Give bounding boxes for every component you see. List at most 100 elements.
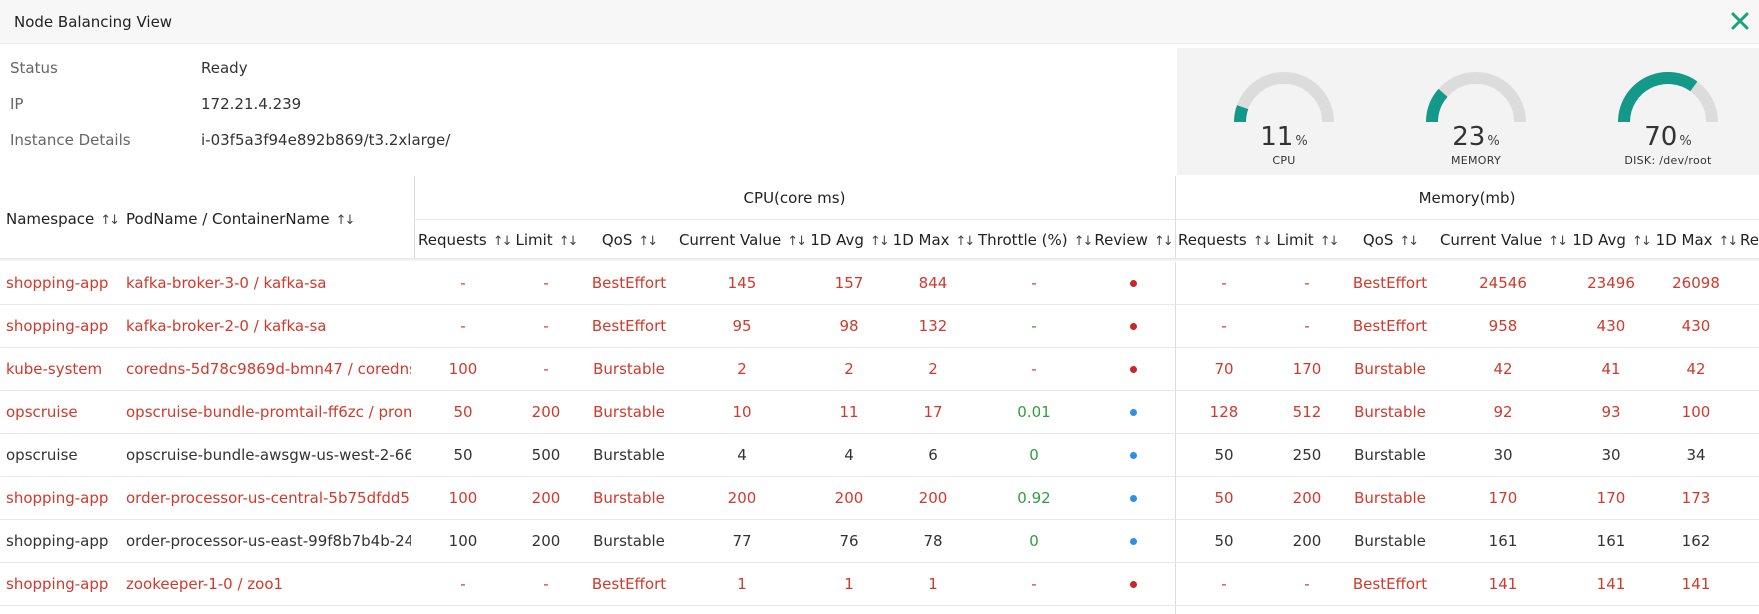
cpu-throttle--cell: 0.01 bbox=[1017, 403, 1051, 421]
memory-column-label: Current Value bbox=[1439, 231, 1543, 249]
memory-limit-cell: 170 bbox=[1292, 360, 1322, 378]
sort-arrows-icon[interactable]: ↑↓ bbox=[1548, 222, 1568, 262]
cpu-column-header[interactable]: 1D Avg ↑↓ bbox=[810, 220, 890, 262]
pod-name-link[interactable]: kafka-broker-3-0 / kafka-sa bbox=[126, 262, 411, 305]
memory-requests-cell: 50 bbox=[1214, 446, 1234, 464]
cpu-qos-cell: Burstable bbox=[593, 446, 665, 464]
cpu-1d-max-cell: 844 bbox=[918, 274, 948, 292]
cpu-qos-cell: BestEffort bbox=[591, 575, 667, 593]
sort-arrows-icon[interactable]: ↑↓ bbox=[559, 222, 579, 262]
cpu-1d-avg-cell: 76 bbox=[839, 532, 859, 550]
cpu-column-label: Limit bbox=[515, 231, 553, 249]
cpu-1d-max-cell: 200 bbox=[918, 489, 948, 507]
review-status-dot[interactable] bbox=[1090, 434, 1176, 477]
cpu-column-header[interactable]: Throttle (%) ↑↓ bbox=[978, 220, 1094, 262]
memory-qos-cell: Burstable bbox=[1354, 489, 1426, 507]
review-status-dot[interactable] bbox=[1090, 262, 1176, 305]
pod-name-link[interactable]: order-processor-us-central-5b75dfdd5... bbox=[126, 477, 411, 520]
memory-column-header[interactable]: Re bbox=[1740, 220, 1759, 260]
cpu-requests-cell: - bbox=[460, 317, 466, 335]
sort-arrows-icon[interactable]: ↑↓ bbox=[1320, 222, 1340, 262]
cpu-limit-cell: - bbox=[543, 274, 549, 292]
memory-requests-cell: - bbox=[1221, 274, 1227, 292]
sort-arrows-icon[interactable]: ↑↓ bbox=[1154, 222, 1174, 262]
disk-gauge: 70% DISK: /dev/root bbox=[1612, 64, 1724, 167]
status-label: Status bbox=[10, 59, 58, 77]
pod-name-link[interactable]: opscruise-bundle-awsgw-us-west-2-66c... bbox=[126, 434, 411, 477]
cpu-column-header[interactable]: 1D Max ↑↓ bbox=[888, 220, 978, 260]
pod-name-link[interactable]: zookeeper-1-0 / zoo1 bbox=[126, 563, 411, 606]
memory-current-value-cell: 42 bbox=[1493, 360, 1513, 378]
cpu-column-header[interactable]: Limit ↑↓ bbox=[508, 220, 584, 260]
memory-column-header[interactable]: 1D Avg ↑↓ bbox=[1570, 220, 1652, 260]
table-row[interactable]: shopping-app order-processor-us-central-5… bbox=[0, 477, 1759, 520]
namespace-cell: shopping-app bbox=[6, 317, 109, 335]
table-row[interactable]: kube-system coredns-5d78c9869d-bmn47 / co… bbox=[0, 348, 1759, 391]
review-status-dot[interactable] bbox=[1090, 563, 1176, 606]
cpu-qos-cell: Burstable bbox=[593, 532, 665, 550]
cpu-limit-cell: - bbox=[543, 575, 549, 593]
namespace-column-label: Namespace bbox=[6, 210, 95, 228]
sort-arrows-icon[interactable]: ↑↓ bbox=[1253, 222, 1273, 262]
cpu-qos-cell: BestEffort bbox=[591, 317, 667, 335]
sort-arrows-icon[interactable]: ↑↓ bbox=[638, 222, 658, 262]
memory-column-header[interactable]: QoS ↑↓ bbox=[1344, 220, 1436, 260]
pod-name-link[interactable]: order-processor-us-east-99f8b7b4b-24... bbox=[126, 520, 411, 563]
pod-name-link[interactable]: kafka-broker-2-0 / kafka-sa bbox=[126, 305, 411, 348]
cpu-column-header[interactable]: Review ↑↓ bbox=[1090, 220, 1176, 260]
pod-name-link[interactable]: coredns-5d78c9869d-bmn47 / coredns bbox=[126, 348, 411, 391]
memory-requests-cell: - bbox=[1221, 575, 1227, 593]
memory-gauge-value: 23 bbox=[1452, 122, 1486, 152]
review-status-dot[interactable] bbox=[1090, 391, 1176, 434]
cpu-gauge-label: CPU bbox=[1272, 154, 1296, 167]
memory-1d-max-cell: 100 bbox=[1681, 403, 1711, 421]
cpu-throttle--cell: - bbox=[1031, 360, 1037, 378]
memory-column-header[interactable]: Current Value ↑↓ bbox=[1436, 220, 1570, 260]
table-row[interactable]: opscruise opscruise-bundle-awsgw-us-west-… bbox=[0, 434, 1759, 477]
cpu-1d-max-cell: 2 bbox=[928, 360, 938, 378]
pod-name-link[interactable]: opscruise-bundle-promtail-ff6zc / prom..… bbox=[126, 391, 411, 434]
review-status-dot[interactable] bbox=[1090, 305, 1176, 348]
sort-arrows-icon[interactable]: ↑↓ bbox=[336, 178, 356, 264]
usage-gauges: 11% CPU 23% MEMORY 70% DISK: /dev/root bbox=[1177, 48, 1759, 175]
sort-arrows-icon[interactable]: ↑↓ bbox=[1074, 222, 1094, 262]
review-status-dot[interactable] bbox=[1090, 348, 1176, 391]
disk-gauge-unit: % bbox=[1679, 134, 1692, 149]
cpu-requests-cell: - bbox=[460, 575, 466, 593]
pod-column-header[interactable]: PodName / ContainerName ↑↓ bbox=[126, 176, 356, 264]
memory-column-header[interactable]: 1D Max ↑↓ bbox=[1652, 220, 1740, 260]
review-status-dot[interactable] bbox=[1090, 520, 1176, 563]
memory-column-header[interactable]: Requests ↑↓ bbox=[1178, 220, 1273, 262]
cpu-1d-max-cell: 1 bbox=[928, 575, 938, 593]
sort-arrows-icon[interactable]: ↑↓ bbox=[870, 222, 890, 262]
table-row[interactable]: shopping-app zookeeper-1-0 / zoo1 - - BestEf… bbox=[0, 563, 1759, 606]
table-row[interactable]: shopping-app kafka-broker-3-0 / kafka-sa -… bbox=[0, 262, 1759, 305]
cpu-column-header[interactable]: Requests ↑↓ bbox=[418, 220, 513, 260]
cpu-column-header[interactable]: Current Value ↑↓ bbox=[674, 220, 810, 260]
cpu-1d-max-cell: 78 bbox=[923, 532, 943, 550]
cpu-current-value-cell: 145 bbox=[727, 274, 757, 292]
memory-group-header: Memory(mb) bbox=[1418, 189, 1516, 207]
sort-arrows-icon[interactable]: ↑↓ bbox=[100, 178, 120, 264]
namespace-cell: opscruise bbox=[6, 403, 78, 421]
review-status-dot[interactable] bbox=[1090, 477, 1176, 520]
table-row[interactable]: shopping-app order-processor-us-east-99f8… bbox=[0, 520, 1759, 563]
sort-arrows-icon[interactable]: ↑↓ bbox=[787, 222, 807, 262]
sort-arrows-icon[interactable]: ↑↓ bbox=[1719, 222, 1739, 262]
memory-qos-cell: BestEffort bbox=[1352, 317, 1428, 335]
sort-arrows-icon[interactable]: ↑↓ bbox=[1399, 222, 1419, 262]
namespace-column-header[interactable]: Namespace ↑↓ bbox=[6, 176, 120, 264]
sort-arrows-icon[interactable]: ↑↓ bbox=[1632, 222, 1652, 262]
memory-qos-cell: Burstable bbox=[1354, 360, 1426, 378]
cpu-column-header[interactable]: QoS ↑↓ bbox=[584, 220, 674, 260]
cpu-requests-cell: 100 bbox=[448, 532, 478, 550]
memory-limit-cell: - bbox=[1304, 274, 1310, 292]
close-icon[interactable] bbox=[1725, 6, 1755, 36]
cpu-column-label: Review bbox=[1094, 231, 1148, 249]
sort-arrows-icon[interactable]: ↑↓ bbox=[956, 222, 976, 262]
memory-column-header[interactable]: Limit ↑↓ bbox=[1270, 220, 1344, 260]
table-row[interactable]: opscruise opscruise-bundle-promtail-ff6zc… bbox=[0, 391, 1759, 434]
table-row[interactable]: shopping-app kafka-broker-2-0 / kafka-sa -… bbox=[0, 305, 1759, 348]
memory-1d-avg-cell: 30 bbox=[1601, 446, 1621, 464]
cpu-limit-cell: 200 bbox=[531, 489, 561, 507]
